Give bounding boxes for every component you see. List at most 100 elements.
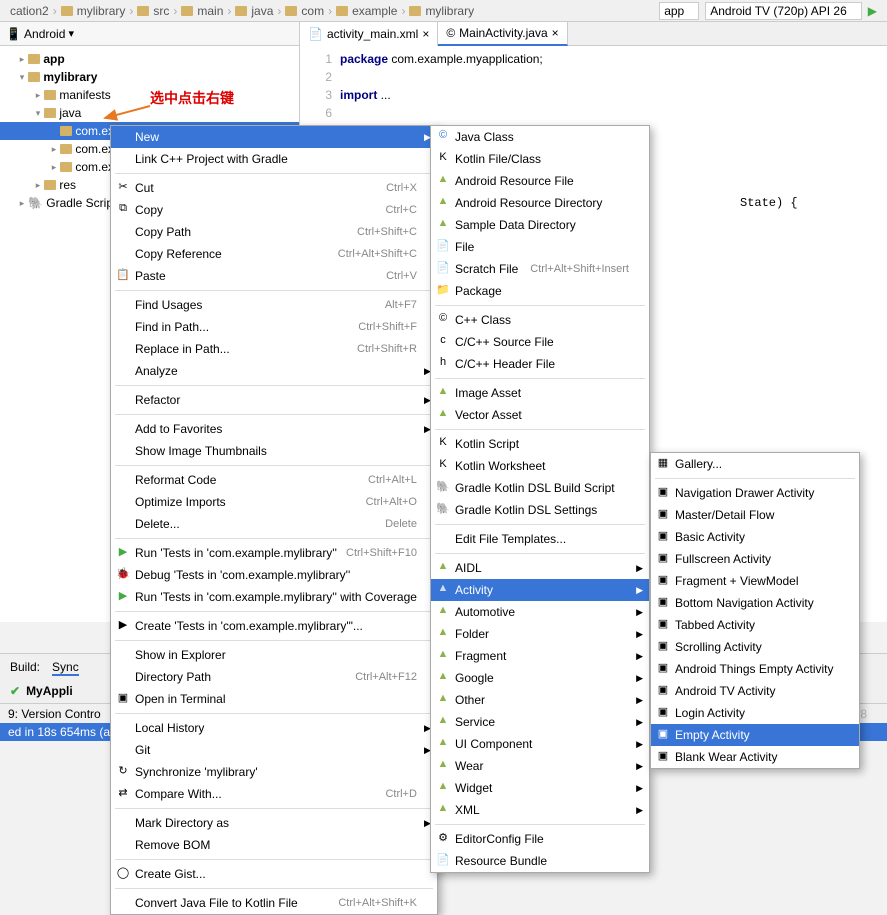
menu-item-gallery[interactable]: ▦Gallery... bbox=[651, 453, 859, 475]
menu-item-find-usages[interactable]: Find UsagesAlt+F7 bbox=[111, 294, 437, 316]
menu-item-file[interactable]: 📄File bbox=[431, 236, 649, 258]
menu-item-directory-path[interactable]: Directory PathCtrl+Alt+F12 bbox=[111, 666, 437, 688]
menu-item-compare[interactable]: ⇄Compare With...Ctrl+D bbox=[111, 783, 437, 805]
menu-item-find-in-path[interactable]: Find in Path...Ctrl+Shift+F bbox=[111, 316, 437, 338]
menu-item-tabbed-activity[interactable]: ▣Tabbed Activity bbox=[651, 614, 859, 636]
build-tab-sync[interactable]: Sync bbox=[52, 660, 79, 676]
menu-item-reformat[interactable]: Reformat CodeCtrl+Alt+L bbox=[111, 469, 437, 491]
android-icon: ▲ bbox=[435, 195, 451, 211]
menu-item-java-class[interactable]: ©Java Class bbox=[431, 126, 649, 148]
menu-item-vector-asset[interactable]: ▲Vector Asset bbox=[431, 404, 649, 426]
menu-item-wear[interactable]: ▲Wear▶ bbox=[431, 755, 649, 777]
close-icon[interactable]: × bbox=[552, 26, 559, 40]
menu-item-run-tests[interactable]: ▶Run 'Tests in 'com.example.mylibrary''C… bbox=[111, 542, 437, 564]
menu-item-replace-in-path[interactable]: Replace in Path...Ctrl+Shift+R bbox=[111, 338, 437, 360]
menu-item-login-activity[interactable]: ▣Login Activity bbox=[651, 702, 859, 724]
menu-item-fullscreen-activity[interactable]: ▣Fullscreen Activity bbox=[651, 548, 859, 570]
menu-item-delete[interactable]: Delete...Delete bbox=[111, 513, 437, 535]
menu-item-google[interactable]: ▲Google▶ bbox=[431, 667, 649, 689]
menu-item-nav-drawer[interactable]: ▣Navigation Drawer Activity bbox=[651, 482, 859, 504]
menu-item-ui-component[interactable]: ▲UI Component▶ bbox=[431, 733, 649, 755]
menu-item-paste[interactable]: 📋PasteCtrl+V bbox=[111, 265, 437, 287]
menu-item-refactor[interactable]: Refactor▶ bbox=[111, 389, 437, 411]
menu-item-image-asset[interactable]: ▲Image Asset bbox=[431, 382, 649, 404]
menu-item-scrolling-activity[interactable]: ▣Scrolling Activity bbox=[651, 636, 859, 658]
menu-item-editorconfig[interactable]: ⚙EditorConfig File bbox=[431, 828, 649, 850]
menu-item-other[interactable]: ▲Other▶ bbox=[431, 689, 649, 711]
breadcrumb-item[interactable]: src bbox=[153, 4, 169, 18]
menu-item-blank-wear[interactable]: ▣Blank Wear Activity bbox=[651, 746, 859, 768]
menu-item-sample-data[interactable]: ▲Sample Data Directory bbox=[431, 214, 649, 236]
menu-item-cpp-source[interactable]: cC/C++ Source File bbox=[431, 331, 649, 353]
breadcrumb-item[interactable]: cation2 bbox=[10, 4, 49, 18]
menu-item-open-terminal[interactable]: ▣Open in Terminal bbox=[111, 688, 437, 710]
menu-item-widget[interactable]: ▲Widget▶ bbox=[431, 777, 649, 799]
version-control-tab[interactable]: 9: Version Contro bbox=[8, 707, 101, 721]
menu-item-empty-activity[interactable]: ▣Empty Activity bbox=[651, 724, 859, 746]
menu-item-remove-bom[interactable]: Remove BOM bbox=[111, 834, 437, 856]
menu-item-git[interactable]: Git▶ bbox=[111, 739, 437, 761]
project-tab-header[interactable]: 📱 Android ▾ bbox=[0, 22, 299, 46]
device-selector[interactable]: Android TV (720p) API 26 bbox=[705, 2, 862, 20]
menu-item-folder[interactable]: ▲Folder▶ bbox=[431, 623, 649, 645]
menu-item-mark-directory[interactable]: Mark Directory as▶ bbox=[111, 812, 437, 834]
breadcrumb-item[interactable]: example bbox=[352, 4, 397, 18]
breadcrumb-item[interactable]: java bbox=[251, 4, 273, 18]
menu-item-create-tests[interactable]: ▶Create 'Tests in 'com.example.mylibrary… bbox=[111, 615, 437, 637]
menu-item-kotlin-worksheet[interactable]: KKotlin Worksheet bbox=[431, 455, 649, 477]
menu-item-basic-activity[interactable]: ▣Basic Activity bbox=[651, 526, 859, 548]
menu-item-package[interactable]: 📁Package bbox=[431, 280, 649, 302]
menu-item-optimize-imports[interactable]: Optimize ImportsCtrl+Alt+O bbox=[111, 491, 437, 513]
menu-item-kotlin-script[interactable]: KKotlin Script bbox=[431, 433, 649, 455]
run-config-selector[interactable]: app bbox=[659, 2, 699, 20]
menu-item-gradle-settings[interactable]: 🐘Gradle Kotlin DSL Settings bbox=[431, 499, 649, 521]
editor-tab-active[interactable]: ©MainActivity.java× bbox=[438, 22, 567, 46]
tree-item-app[interactable]: ▸ app bbox=[0, 50, 299, 68]
menu-item-tv-activity[interactable]: ▣Android TV Activity bbox=[651, 680, 859, 702]
tree-item-mylibrary[interactable]: ▾ mylibrary bbox=[0, 68, 299, 86]
menu-item-new[interactable]: New▶ bbox=[111, 126, 437, 148]
menu-item-automotive[interactable]: ▲Automotive▶ bbox=[431, 601, 649, 623]
menu-item-create-gist[interactable]: ◯Create Gist... bbox=[111, 863, 437, 885]
menu-item-add-favorites[interactable]: Add to Favorites▶ bbox=[111, 418, 437, 440]
menu-item-gradle-build[interactable]: 🐘Gradle Kotlin DSL Build Script bbox=[431, 477, 649, 499]
menu-item-service[interactable]: ▲Service▶ bbox=[431, 711, 649, 733]
menu-item-copy[interactable]: ⧉CopyCtrl+C bbox=[111, 199, 437, 221]
menu-item-synchronize[interactable]: ↻Synchronize 'mylibrary' bbox=[111, 761, 437, 783]
activity-submenu: ▦Gallery... ▣Navigation Drawer Activity … bbox=[650, 452, 860, 769]
menu-item-run-coverage[interactable]: ▶Run 'Tests in 'com.example.mylibrary'' … bbox=[111, 586, 437, 608]
menu-item-android-res-dir[interactable]: ▲Android Resource Directory bbox=[431, 192, 649, 214]
menu-item-master-detail[interactable]: ▣Master/Detail Flow bbox=[651, 504, 859, 526]
menu-item-edit-templates[interactable]: Edit File Templates... bbox=[431, 528, 649, 550]
menu-item-things-empty[interactable]: ▣Android Things Empty Activity bbox=[651, 658, 859, 680]
menu-item-xml[interactable]: ▲XML▶ bbox=[431, 799, 649, 821]
menu-item-scratch[interactable]: 📄Scratch FileCtrl+Alt+Shift+Insert bbox=[431, 258, 649, 280]
editor-tab[interactable]: 📄activity_main.xml× bbox=[300, 22, 438, 46]
menu-item-show-thumbnails[interactable]: Show Image Thumbnails bbox=[111, 440, 437, 462]
breadcrumb-item[interactable]: mylibrary bbox=[77, 4, 126, 18]
breadcrumb-item[interactable]: mylibrary bbox=[425, 4, 474, 18]
menu-item-activity[interactable]: ▲Activity▶ bbox=[431, 579, 649, 601]
close-icon[interactable]: × bbox=[422, 27, 429, 41]
menu-item-fragment-viewmodel[interactable]: ▣Fragment + ViewModel bbox=[651, 570, 859, 592]
menu-item-copy-path[interactable]: Copy PathCtrl+Shift+C bbox=[111, 221, 437, 243]
menu-item-link-cpp[interactable]: Link C++ Project with Gradle bbox=[111, 148, 437, 170]
menu-item-android-res-file[interactable]: ▲Android Resource File bbox=[431, 170, 649, 192]
menu-item-aidl[interactable]: ▲AIDL▶ bbox=[431, 557, 649, 579]
menu-item-convert-kotlin[interactable]: Convert Java File to Kotlin FileCtrl+Alt… bbox=[111, 892, 437, 914]
menu-item-show-explorer[interactable]: Show in Explorer bbox=[111, 644, 437, 666]
menu-item-kotlin-file[interactable]: KKotlin File/Class bbox=[431, 148, 649, 170]
menu-item-copy-reference[interactable]: Copy ReferenceCtrl+Alt+Shift+C bbox=[111, 243, 437, 265]
menu-item-analyze[interactable]: Analyze▶ bbox=[111, 360, 437, 382]
menu-item-cpp-header[interactable]: hC/C++ Header File bbox=[431, 353, 649, 375]
menu-item-cpp-class[interactable]: ©C++ Class bbox=[431, 309, 649, 331]
breadcrumb-item[interactable]: com bbox=[301, 4, 324, 18]
menu-item-bottom-nav[interactable]: ▣Bottom Navigation Activity bbox=[651, 592, 859, 614]
menu-item-fragment[interactable]: ▲Fragment▶ bbox=[431, 645, 649, 667]
menu-item-cut[interactable]: ✂CutCtrl+X bbox=[111, 177, 437, 199]
breadcrumb-item[interactable]: main bbox=[197, 4, 223, 18]
run-icon[interactable]: ▶ bbox=[868, 4, 877, 18]
menu-item-resource-bundle[interactable]: 📄Resource Bundle bbox=[431, 850, 649, 872]
menu-item-local-history[interactable]: Local History▶ bbox=[111, 717, 437, 739]
menu-item-debug-tests[interactable]: 🐞Debug 'Tests in 'com.example.mylibrary'… bbox=[111, 564, 437, 586]
